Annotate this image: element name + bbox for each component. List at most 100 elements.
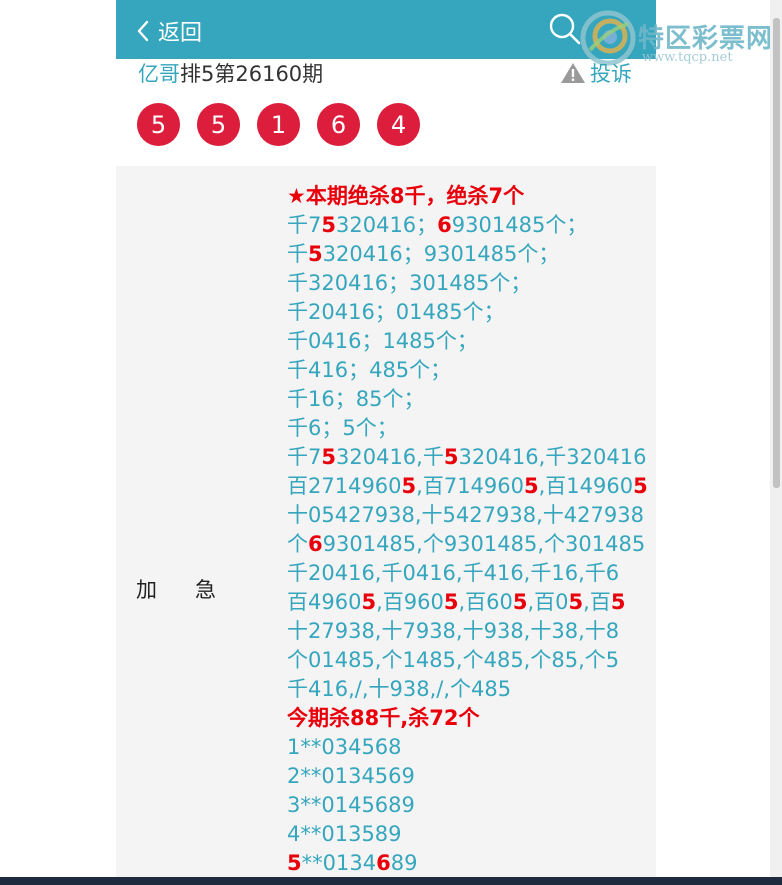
back-button[interactable]: 返回 bbox=[136, 14, 202, 48]
prediction-lines: ★本期绝杀8千，绝杀7个 千75320416；69301485个； 千5320416… bbox=[287, 182, 648, 878]
complain-button[interactable]: 投诉 bbox=[560, 58, 632, 88]
prediction-line: 千6；5个； bbox=[287, 414, 647, 443]
issue-title: 排5第26160期 bbox=[180, 62, 324, 86]
line-text: ,百714960 bbox=[416, 474, 524, 498]
line-text: 320416；9301485个； bbox=[322, 242, 560, 266]
line-text: ★本期绝杀8千 bbox=[287, 184, 426, 208]
prediction-line: 个01485,个1485,个485,个85,个5 bbox=[287, 646, 647, 675]
prediction-line: 百49605,百9605,百605,百05,百5 bbox=[287, 588, 647, 617]
prediction-line: 3**0145689 bbox=[287, 791, 647, 820]
line-text: 320416,千 bbox=[336, 445, 444, 469]
line-text: 9301485个； bbox=[451, 213, 588, 237]
line-text: ,百60 bbox=[458, 590, 513, 614]
line-text: 十05427938,十5427938,十427938 bbox=[287, 503, 644, 527]
highlight-digit: 6 bbox=[308, 532, 323, 556]
logo-url: www.tqcp.net bbox=[642, 50, 733, 65]
taskbar-strip bbox=[0, 877, 782, 885]
back-label: 返回 bbox=[158, 21, 203, 46]
result-ball: 5 bbox=[197, 103, 240, 146]
line-text: ,百14960 bbox=[538, 474, 634, 498]
prediction-line: 千20416；01485个； bbox=[287, 298, 647, 327]
highlight-digit: 5 bbox=[633, 474, 648, 498]
line-text: 4**013589 bbox=[287, 822, 402, 846]
line-text: 千20416；01485个； bbox=[287, 300, 505, 324]
prediction-line: 千416；485个； bbox=[287, 356, 647, 385]
highlight-digit: 5 bbox=[443, 445, 459, 469]
prediction-line: 十05427938,十5427938,十427938 bbox=[287, 501, 647, 530]
highlight-digit: 5 bbox=[524, 474, 539, 498]
post-title: 亿哥排5第26160期 投诉 bbox=[138, 58, 638, 88]
prediction-heading: 今期杀88千,杀72个 bbox=[287, 704, 647, 733]
line-text: ,百960 bbox=[376, 590, 444, 614]
prediction-line: 千0416；1485个； bbox=[287, 327, 647, 356]
chevron-left-icon bbox=[137, 20, 149, 42]
author-name[interactable]: 亿哥 bbox=[138, 62, 180, 86]
prediction-line: 1**034568 bbox=[287, 733, 647, 762]
complain-label: 投诉 bbox=[590, 62, 632, 86]
prediction-line: 个69301485,个9301485,个301485 bbox=[287, 530, 647, 559]
scrollbar-thumb[interactable] bbox=[773, 18, 780, 488]
header-bar: 返回 bbox=[116, 0, 656, 59]
search-button[interactable] bbox=[548, 12, 582, 50]
card-label: 加急 bbox=[136, 578, 254, 602]
highlight-digit: 6 bbox=[376, 851, 391, 875]
scrollbar[interactable] bbox=[770, 0, 782, 877]
line-text: 320416,千320416 bbox=[458, 445, 647, 469]
line-text: 绝杀7个 bbox=[446, 184, 525, 208]
prediction-line: 千416,/,十938,/,个485 bbox=[287, 675, 647, 704]
line-text: 3**0145689 bbox=[287, 793, 415, 817]
highlight-digit: 5 bbox=[287, 851, 302, 875]
line-text: 千7 bbox=[287, 445, 322, 469]
highlight-digit: 5 bbox=[401, 474, 417, 498]
line-text: 千416；485个； bbox=[287, 358, 452, 382]
line-text: 个01485,个1485,个485,个85,个5 bbox=[287, 648, 620, 672]
prediction-line: 5**0134689 bbox=[287, 849, 647, 878]
prediction-heading: ★本期绝杀8千，绝杀7个 bbox=[287, 182, 647, 211]
line-text: 千7 bbox=[287, 213, 322, 237]
line-text: ,百0 bbox=[527, 590, 569, 614]
prediction-line: 2**0134569 bbox=[287, 762, 647, 791]
site-logo: 特区彩票网 www.tqcp.net bbox=[580, 6, 780, 66]
line-text: 千6；5个； bbox=[287, 416, 398, 440]
highlight-digit: 5 bbox=[308, 242, 323, 266]
highlight-digit: 6 bbox=[437, 213, 452, 237]
result-ball: 5 bbox=[137, 103, 180, 146]
prediction-line: 十27938,十7938,十938,十38,十8 bbox=[287, 617, 647, 646]
prediction-line: 千16；85个； bbox=[287, 385, 647, 414]
warning-icon bbox=[561, 63, 585, 83]
highlight-digit: 5 bbox=[321, 213, 336, 237]
result-balls: 5 5 1 6 4 bbox=[137, 103, 420, 146]
line-text: 千 bbox=[287, 242, 308, 266]
prediction-line: 千75320416；69301485个； bbox=[287, 211, 647, 240]
line-text: 杀72个 bbox=[408, 706, 480, 730]
line-text: 千320416；301485个； bbox=[287, 271, 532, 295]
line-text: 十27938,十7938,十938,十38,十8 bbox=[287, 619, 620, 643]
line-text: 百2714960 bbox=[287, 474, 402, 498]
line-text: 千20416,千0416,千416,千16,千6 bbox=[287, 561, 620, 585]
highlight-digit: 5 bbox=[610, 590, 626, 614]
search-icon bbox=[549, 13, 581, 45]
page: 返回 特区彩票网 www.tqcp.net 亿哥排5第26160期 投诉 5 5… bbox=[0, 0, 782, 885]
line-text: 千16；85个； bbox=[287, 387, 425, 411]
line-text: 百4960 bbox=[287, 590, 362, 614]
highlight-digit: 5 bbox=[321, 445, 336, 469]
result-ball: 1 bbox=[257, 103, 300, 146]
line-text: ， bbox=[425, 184, 447, 208]
result-ball: 6 bbox=[317, 103, 360, 146]
line-text: 今期杀88千 bbox=[287, 706, 401, 730]
line-text: 320416； bbox=[336, 213, 438, 237]
prediction-line: 4**013589 bbox=[287, 820, 647, 849]
highlight-digit: 5 bbox=[361, 590, 377, 614]
prediction-line: 千320416；301485个； bbox=[287, 269, 647, 298]
line-text: ,百 bbox=[583, 590, 611, 614]
line-text: 千0416；1485个； bbox=[287, 329, 478, 353]
line-text: 2**0134569 bbox=[287, 764, 415, 788]
line-text: **0134 bbox=[301, 851, 377, 875]
highlight-digit: 5 bbox=[568, 590, 584, 614]
line-text: 9301485,个9301485,个301485 bbox=[322, 532, 646, 556]
prediction-line: 千75320416,千5320416,千320416 bbox=[287, 443, 647, 472]
prediction-card: 加急 ★本期绝杀8千，绝杀7个 千75320416；69301485个； 千5320… bbox=[116, 166, 656, 885]
line-text: 千416,/,十938,/,个485 bbox=[287, 677, 512, 701]
line-text: 个 bbox=[287, 532, 308, 556]
line-text: 1**034568 bbox=[287, 735, 402, 759]
